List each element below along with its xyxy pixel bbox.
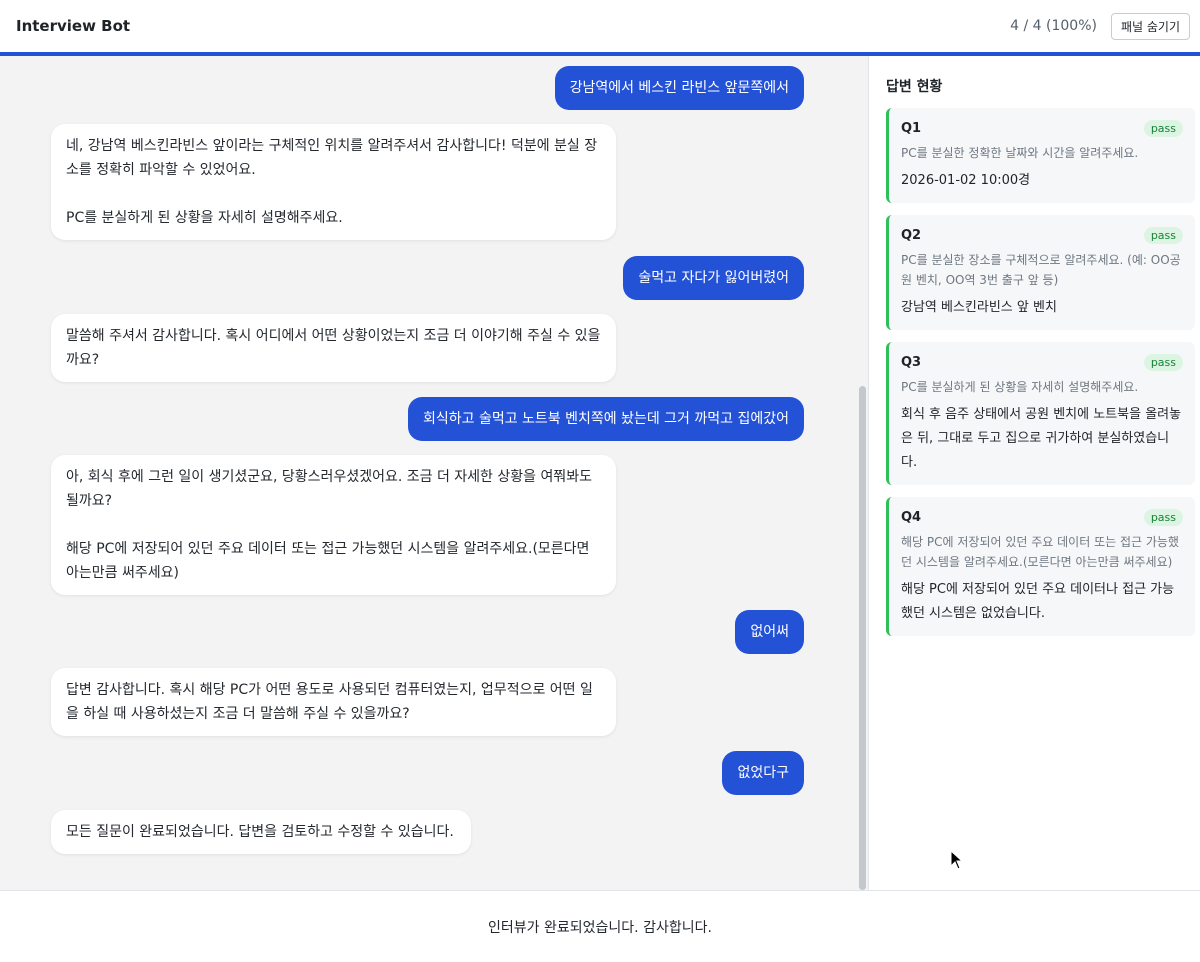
chat-area[interactable]: 강남역에서 베스킨 라빈스 앞문쪽에서 네, 강남역 베스킨라빈스 앞이라는 구… — [0, 56, 868, 890]
bot-message: 아, 회식 후에 그런 일이 생기셨군요, 당황스러우셨겠어요. 조금 더 자세… — [51, 455, 616, 595]
answer-text: 2026-01-02 10:00경 — [901, 173, 1031, 188]
question-text: 해당 PC에 저장되어 있던 주요 데이터 또는 접근 가능했던 시스템을 알려… — [901, 535, 1179, 569]
panel-title: 답변 현황 — [886, 79, 943, 95]
bot-message: 네, 강남역 베스킨라빈스 앞이라는 구체적인 위치를 알려주셔서 감사합니다!… — [51, 124, 616, 240]
user-message: 회식하고 술먹고 노트북 벤치쪽에 놨는데 그거 까먹고 집에갔어 — [407, 397, 804, 441]
chat-scrollbar[interactable] — [859, 386, 866, 890]
mouse-cursor-icon — [950, 850, 964, 870]
bot-message: 모든 질문이 완료되었습니다. 답변을 검토하고 수정할 수 있습니다. — [51, 810, 471, 854]
question-id: Q3 — [901, 355, 922, 370]
question-id: Q1 — [901, 121, 922, 136]
answer-text: 회식 후 음주 상태에서 공원 벤치에 노트북을 올려놓은 뒤, 그대로 두고 … — [901, 407, 1182, 470]
progress-indicator: 4 / 4 (100%) — [1010, 18, 1097, 34]
question-card[interactable]: Q4 pass 해당 PC에 저장되어 있던 주요 데이터 또는 접근 가능했던… — [886, 497, 1195, 636]
footer-status-bar: 인터뷰가 완료되었습니다. 감사합니다. — [0, 890, 1200, 962]
completion-message: 인터뷰가 완료되었습니다. 감사합니다. — [488, 919, 712, 936]
question-text: PC를 분실한 정확한 날짜와 시간을 알려주세요. — [901, 146, 1139, 160]
app-header: Interview Bot 4 / 4 (100%) 패널 숨기기 — [0, 0, 1200, 56]
question-id: Q2 — [901, 228, 922, 243]
question-card[interactable]: Q2 pass PC를 분실한 장소를 구체적으로 알려주세요. (예: OO공… — [886, 215, 1195, 330]
status-badge: pass — [1143, 509, 1183, 526]
answer-text: 강남역 베스킨라빈스 앞 벤치 — [901, 300, 1057, 315]
question-card[interactable]: Q1 pass PC를 분실한 정확한 날짜와 시간을 알려주세요. 2026-… — [886, 108, 1195, 203]
question-card[interactable]: Q3 pass PC를 분실하게 된 상황을 자세히 설명해주세요. 회식 후 … — [886, 342, 1195, 485]
status-badge: pass — [1143, 227, 1183, 244]
app-title: Interview Bot — [16, 17, 131, 35]
header-controls: 4 / 4 (100%) 패널 숨기기 — [1010, 12, 1190, 40]
question-text: PC를 분실하게 된 상황을 자세히 설명해주세요. — [901, 380, 1139, 394]
user-message: 술먹고 자다가 잃어버렸어 — [623, 256, 804, 300]
user-message: 강남역에서 베스킨 라빈스 앞문쪽에서 — [554, 66, 804, 110]
question-text: PC를 분실한 장소를 구체적으로 알려주세요. (예: OO공원 벤치, OO… — [901, 253, 1181, 287]
bot-message: 답변 감사합니다. 혹시 해당 PC가 어떤 용도로 사용되던 컴퓨터였는지, … — [51, 668, 616, 736]
question-id: Q4 — [901, 510, 922, 525]
answer-status-panel: 답변 현황 Q1 pass PC를 분실한 정확한 날짜와 시간을 알려주세요.… — [868, 56, 1200, 890]
bot-message: 말씀해 주셔서 감사합니다. 혹시 어디에서 어떤 상황이었는지 조금 더 이야… — [51, 314, 616, 382]
status-badge: pass — [1143, 354, 1183, 371]
user-message: 없어써 — [735, 610, 804, 654]
user-message: 없었다구 — [722, 751, 804, 795]
hide-panel-button[interactable]: 패널 숨기기 — [1110, 12, 1190, 40]
answer-text: 해당 PC에 저장되어 있던 주요 데이터나 접근 가능했던 시스템은 없었습니… — [901, 582, 1175, 621]
status-badge: pass — [1143, 120, 1183, 137]
